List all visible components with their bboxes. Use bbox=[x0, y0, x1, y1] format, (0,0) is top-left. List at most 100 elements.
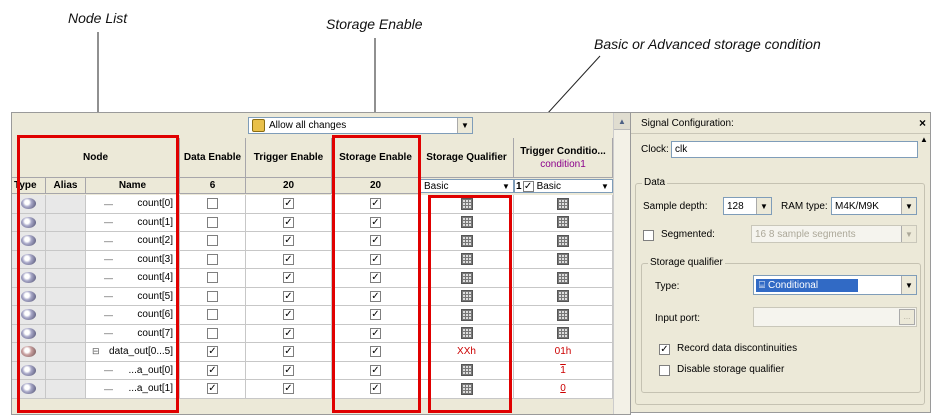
row-2-name-cell[interactable]: — count[2] bbox=[86, 232, 180, 251]
row-8-trigger-cell[interactable]: ✓ bbox=[246, 343, 332, 362]
storage-enable-checkbox[interactable]: ✓ bbox=[370, 272, 381, 284]
data-enable-checkbox[interactable] bbox=[207, 198, 218, 210]
row-4-data-cell[interactable] bbox=[180, 269, 246, 288]
header-trigger-conditions[interactable]: Trigger Conditio... condition1 bbox=[514, 138, 613, 178]
row-0-name-cell[interactable]: — count[0] bbox=[86, 195, 180, 214]
data-enable-checkbox[interactable] bbox=[207, 216, 218, 228]
disable-storage-qualifier-checkbox[interactable] bbox=[659, 365, 670, 376]
storage-enable-checkbox[interactable]: ✓ bbox=[370, 235, 381, 247]
row-9-type-cell[interactable] bbox=[12, 361, 46, 380]
trigger-enable-checkbox[interactable]: ✓ bbox=[283, 309, 294, 321]
storage-enable-checkbox[interactable]: ✓ bbox=[370, 327, 381, 339]
row-5-data-cell[interactable] bbox=[180, 287, 246, 306]
row-6-name-cell[interactable]: — count[6] bbox=[86, 306, 180, 325]
row-5-storage-cell[interactable]: ✓ bbox=[332, 287, 420, 306]
clock-field[interactable]: clk bbox=[671, 141, 918, 158]
row-6-data-cell[interactable] bbox=[180, 306, 246, 325]
sample-depth-select[interactable]: 128 ▼ bbox=[723, 197, 772, 215]
storage-enable-checkbox[interactable]: ✓ bbox=[370, 253, 381, 265]
row-5-name-cell[interactable]: — count[5] bbox=[86, 287, 180, 306]
row-0-storage-cell[interactable]: ✓ bbox=[332, 195, 420, 214]
data-enable-checkbox[interactable] bbox=[207, 272, 218, 284]
row-9-storage-cell[interactable]: ✓ bbox=[332, 361, 420, 380]
row-0-trigger-cell[interactable]: ✓ bbox=[246, 195, 332, 214]
row-10-qual-cell[interactable] bbox=[420, 380, 514, 399]
row-10-data-cell[interactable]: ✓ bbox=[180, 380, 246, 399]
header-storage-enable[interactable]: Storage Enable bbox=[332, 138, 420, 178]
row-2-qual-cell[interactable] bbox=[420, 232, 514, 251]
storage-enable-checkbox[interactable]: ✓ bbox=[370, 309, 381, 321]
trigger-enable-checkbox[interactable]: ✓ bbox=[283, 216, 294, 228]
row-2-trigger-cell[interactable]: ✓ bbox=[246, 232, 332, 251]
row-8-cond-cell[interactable]: 01h bbox=[514, 343, 613, 362]
scroll-up-icon[interactable]: ▲ bbox=[614, 113, 630, 130]
table-scrollbar[interactable]: ▲ bbox=[613, 113, 630, 414]
row-0-qual-cell[interactable] bbox=[420, 195, 514, 214]
storage-enable-checkbox[interactable]: ✓ bbox=[370, 364, 381, 376]
trigger-enable-checkbox[interactable]: ✓ bbox=[283, 235, 294, 247]
header-data-enable[interactable]: Data Enable bbox=[180, 138, 246, 178]
trigger-enable-checkbox[interactable]: ✓ bbox=[283, 272, 294, 284]
row-4-name-cell[interactable]: — count[4] bbox=[86, 269, 180, 288]
row-10-cond-cell[interactable]: 0 bbox=[514, 380, 613, 399]
row-1-type-cell[interactable] bbox=[12, 213, 46, 232]
row-0-cond-cell[interactable] bbox=[514, 195, 613, 214]
storage-enable-checkbox[interactable]: ✓ bbox=[370, 383, 381, 395]
row-10-type-cell[interactable] bbox=[12, 380, 46, 399]
row-5-qual-cell[interactable] bbox=[420, 287, 514, 306]
row-8-data-cell[interactable]: ✓ bbox=[180, 343, 246, 362]
row-10-name-cell[interactable]: — ...a_out[1] bbox=[86, 380, 180, 399]
row-10-storage-cell[interactable]: ✓ bbox=[332, 380, 420, 399]
ram-type-select[interactable]: M4K/M9K ▼ bbox=[831, 197, 917, 215]
storage-enable-checkbox[interactable]: ✓ bbox=[370, 198, 381, 210]
row-2-data-cell[interactable] bbox=[180, 232, 246, 251]
browse-button[interactable]: ... bbox=[899, 309, 915, 325]
row-7-name-cell[interactable]: — count[7] bbox=[86, 324, 180, 343]
row-1-data-cell[interactable] bbox=[180, 213, 246, 232]
close-icon[interactable]: × bbox=[919, 116, 926, 130]
tree-collapse-icon[interactable]: ⊟ bbox=[92, 343, 100, 361]
trigger-enable-checkbox[interactable]: ✓ bbox=[283, 198, 294, 210]
row-3-data-cell[interactable] bbox=[180, 250, 246, 269]
row-6-trigger-cell[interactable]: ✓ bbox=[246, 306, 332, 325]
row-1-trigger-cell[interactable]: ✓ bbox=[246, 213, 332, 232]
row-9-trigger-cell[interactable]: ✓ bbox=[246, 361, 332, 380]
row-4-type-cell[interactable] bbox=[12, 269, 46, 288]
row-3-storage-cell[interactable]: ✓ bbox=[332, 250, 420, 269]
row-2-storage-cell[interactable]: ✓ bbox=[332, 232, 420, 251]
row-9-data-cell[interactable]: ✓ bbox=[180, 361, 246, 380]
trigger-enable-checkbox[interactable]: ✓ bbox=[283, 253, 294, 265]
row-3-cond-cell[interactable] bbox=[514, 250, 613, 269]
row-0-data-cell[interactable] bbox=[180, 195, 246, 214]
trigger-enable-checkbox[interactable]: ✓ bbox=[283, 383, 294, 395]
data-enable-checkbox[interactable]: ✓ bbox=[207, 346, 218, 358]
row-2-cond-cell[interactable] bbox=[514, 232, 613, 251]
lock-mode-select[interactable]: Allow all changes ▼ bbox=[248, 117, 473, 134]
data-enable-checkbox[interactable]: ✓ bbox=[207, 383, 218, 395]
storage-enable-checkbox[interactable]: ✓ bbox=[370, 290, 381, 302]
header-trigger-enable[interactable]: Trigger Enable bbox=[246, 138, 332, 178]
row-2-type-cell[interactable] bbox=[12, 232, 46, 251]
data-enable-checkbox[interactable] bbox=[207, 253, 218, 265]
row-4-cond-cell[interactable] bbox=[514, 269, 613, 288]
trigger-enable-checkbox[interactable]: ✓ bbox=[283, 327, 294, 339]
row-5-type-cell[interactable] bbox=[12, 287, 46, 306]
segments-select[interactable]: 16 8 sample segments ▼ bbox=[751, 225, 917, 243]
data-enable-checkbox[interactable] bbox=[207, 235, 218, 247]
storage-enable-checkbox[interactable]: ✓ bbox=[370, 346, 381, 358]
row-10-trigger-cell[interactable]: ✓ bbox=[246, 380, 332, 399]
row-9-cond-cell[interactable]: 1 bbox=[514, 361, 613, 380]
row-5-cond-cell[interactable] bbox=[514, 287, 613, 306]
row-7-storage-cell[interactable]: ✓ bbox=[332, 324, 420, 343]
storage-enable-checkbox[interactable]: ✓ bbox=[370, 216, 381, 228]
row-6-storage-cell[interactable]: ✓ bbox=[332, 306, 420, 325]
row-9-qual-cell[interactable] bbox=[420, 361, 514, 380]
trigger-condition-mode-select[interactable]: 1 ✓ Basic ▼ bbox=[514, 179, 613, 193]
data-enable-checkbox[interactable]: ✓ bbox=[207, 364, 218, 376]
row-6-qual-cell[interactable] bbox=[420, 306, 514, 325]
row-3-trigger-cell[interactable]: ✓ bbox=[246, 250, 332, 269]
row-8-qual-cell[interactable]: XXh bbox=[420, 343, 514, 362]
row-3-type-cell[interactable] bbox=[12, 250, 46, 269]
segmented-checkbox[interactable] bbox=[643, 230, 654, 241]
row-3-qual-cell[interactable] bbox=[420, 250, 514, 269]
